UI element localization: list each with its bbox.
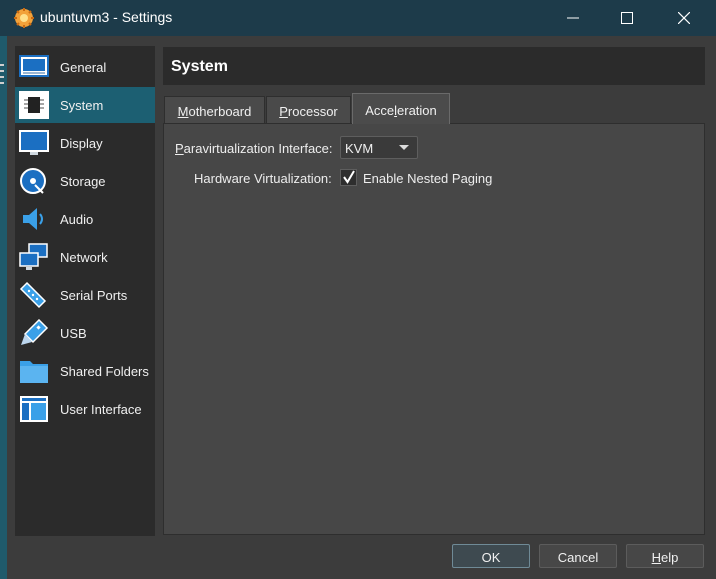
- sidebar-item-label: Audio: [60, 212, 94, 227]
- network-icon: [19, 243, 48, 270]
- tab-label-rest: rocessor: [287, 104, 338, 119]
- sidebar-item-label: Shared Folders: [60, 364, 149, 379]
- checkmark-icon: [343, 170, 355, 184]
- tab-label-end: eration: [397, 103, 437, 118]
- hardware-virtualization-label: Hardware Virtualization:: [194, 171, 332, 186]
- paravirtualization-label: Paravirtualization Interface:: [175, 141, 333, 156]
- sidebar-item-label: Serial Ports: [60, 288, 128, 303]
- ok-button[interactable]: OK: [452, 544, 530, 568]
- tab-processor[interactable]: Processor: [266, 96, 351, 124]
- usb-icon: [21, 319, 49, 345]
- sidebar-item-audio[interactable]: Audio: [15, 201, 155, 237]
- label-rest: aravirtualization Interface:: [183, 141, 333, 156]
- nested-paging-checkbox[interactable]: [340, 169, 357, 186]
- grip-dots: [0, 64, 4, 86]
- chip-icon: [19, 91, 49, 119]
- minimize-button[interactable]: [547, 0, 599, 36]
- help-button[interactable]: Help: [626, 544, 704, 568]
- help-button-label: Help: [627, 550, 703, 565]
- serial-port-icon: [19, 281, 47, 309]
- maximize-button[interactable]: [601, 0, 653, 36]
- page-header: System: [163, 47, 705, 85]
- close-button[interactable]: [658, 0, 710, 36]
- window-title: ubuntuvm3 - Settings: [40, 9, 173, 25]
- sidebar-item-label: USB: [60, 326, 87, 341]
- minimize-icon: [567, 17, 579, 19]
- cancel-button-label: Cancel: [557, 550, 599, 565]
- label-mnemonic: P: [175, 141, 184, 156]
- tab-label: Processor: [267, 104, 350, 119]
- sidebar-item-user-interface[interactable]: User Interface: [15, 391, 155, 427]
- sidebar-item-display[interactable]: Display: [15, 125, 155, 161]
- nested-paging-label[interactable]: Enable Nested Paging: [363, 171, 492, 186]
- close-icon: [678, 12, 690, 24]
- help-mnemonic: H: [651, 550, 662, 565]
- sidebar-item-system[interactable]: System: [15, 87, 155, 123]
- tab-mnemonic: M: [177, 104, 189, 119]
- general-icon: [19, 55, 49, 77]
- sidebar-item-label: System: [60, 98, 104, 113]
- speaker-icon: [23, 208, 43, 230]
- tab-label: Acceleration: [353, 103, 449, 118]
- paravirtualization-select[interactable]: KVM: [340, 136, 418, 159]
- disk-icon: [20, 168, 46, 194]
- sidebar-item-label: Storage: [60, 174, 106, 189]
- monitor-icon: [19, 130, 49, 155]
- sidebar-item-storage[interactable]: Storage: [15, 163, 155, 199]
- tab-mnemonic: P: [279, 104, 288, 119]
- sidebar-item-label: Display: [60, 136, 103, 151]
- maximize-icon: [621, 12, 633, 24]
- ok-button-label: OK: [481, 550, 501, 565]
- sidebar-item-usb[interactable]: USB: [15, 315, 155, 351]
- sidebar-item-general[interactable]: General: [15, 49, 155, 85]
- title-bar: ubuntuvm3 - Settings: [0, 0, 716, 36]
- tab-label: Motherboard: [165, 104, 264, 119]
- background-window-edge: [0, 36, 7, 579]
- virtualbox-icon: [14, 8, 34, 28]
- folder-icon: [20, 361, 48, 383]
- sidebar-item-label: Network: [60, 250, 108, 265]
- tab-label-start: Acce: [365, 103, 395, 118]
- sidebar-item-serial-ports[interactable]: Serial Ports: [15, 277, 155, 313]
- chevron-down-icon: [399, 145, 409, 150]
- select-value: KVM: [345, 141, 374, 156]
- sidebar-item-network[interactable]: Network: [15, 239, 155, 275]
- tab-label-rest: otherboard: [188, 104, 252, 119]
- tab-acceleration[interactable]: Acceleration: [352, 93, 450, 124]
- cancel-button[interactable]: Cancel: [539, 544, 617, 568]
- sidebar-item-shared-folders[interactable]: Shared Folders: [15, 353, 155, 389]
- settings-sidebar: General System Display Storage Audio Net…: [15, 46, 155, 536]
- help-label-rest: elp: [661, 550, 679, 565]
- sidebar-item-label: User Interface: [60, 402, 142, 417]
- page-title: System: [171, 58, 228, 75]
- tab-motherboard[interactable]: Motherboard: [164, 96, 265, 124]
- sidebar-item-label: General: [60, 60, 107, 75]
- user-interface-icon: [20, 396, 48, 422]
